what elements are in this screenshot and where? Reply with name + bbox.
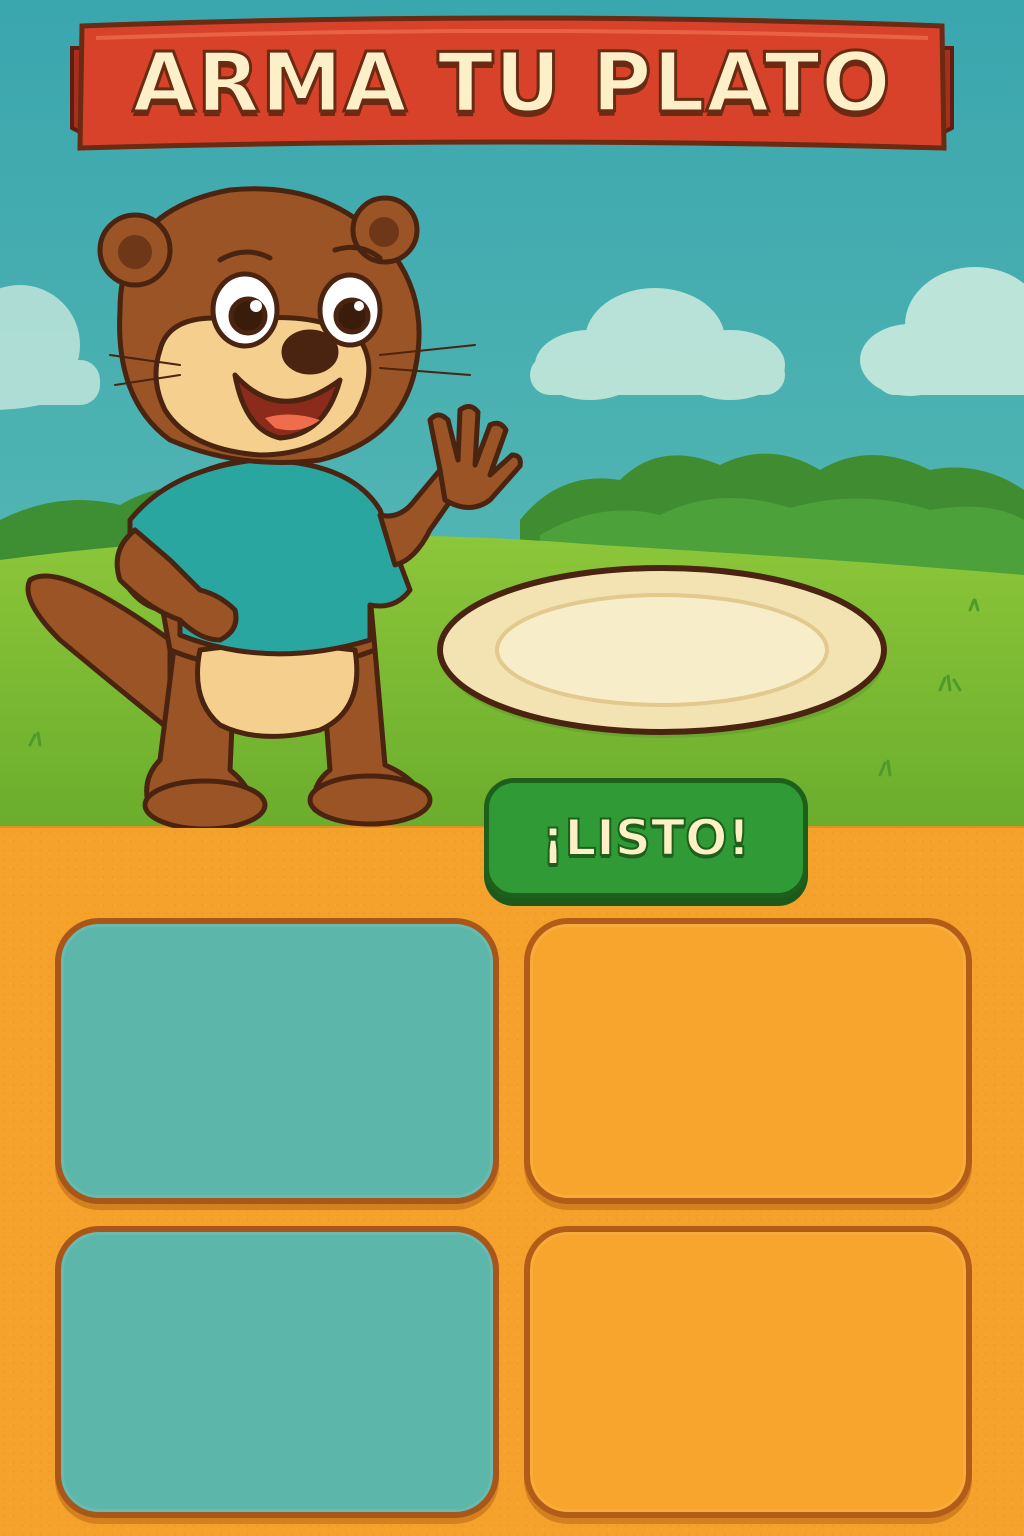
option-slot-4[interactable] [524,1226,972,1518]
option-slot-3[interactable] [55,1226,499,1518]
ready-button-label: ¡LISTO! [541,808,752,868]
title-banner: ARMA TU PLATO [62,8,962,158]
ready-button[interactable]: ¡LISTO! [484,778,808,898]
option-slot-2[interactable] [524,918,972,1204]
page-title: ARMA TU PLATO [131,34,892,132]
option-slot-1[interactable] [55,918,499,1204]
empty-plate-icon[interactable] [434,562,894,742]
